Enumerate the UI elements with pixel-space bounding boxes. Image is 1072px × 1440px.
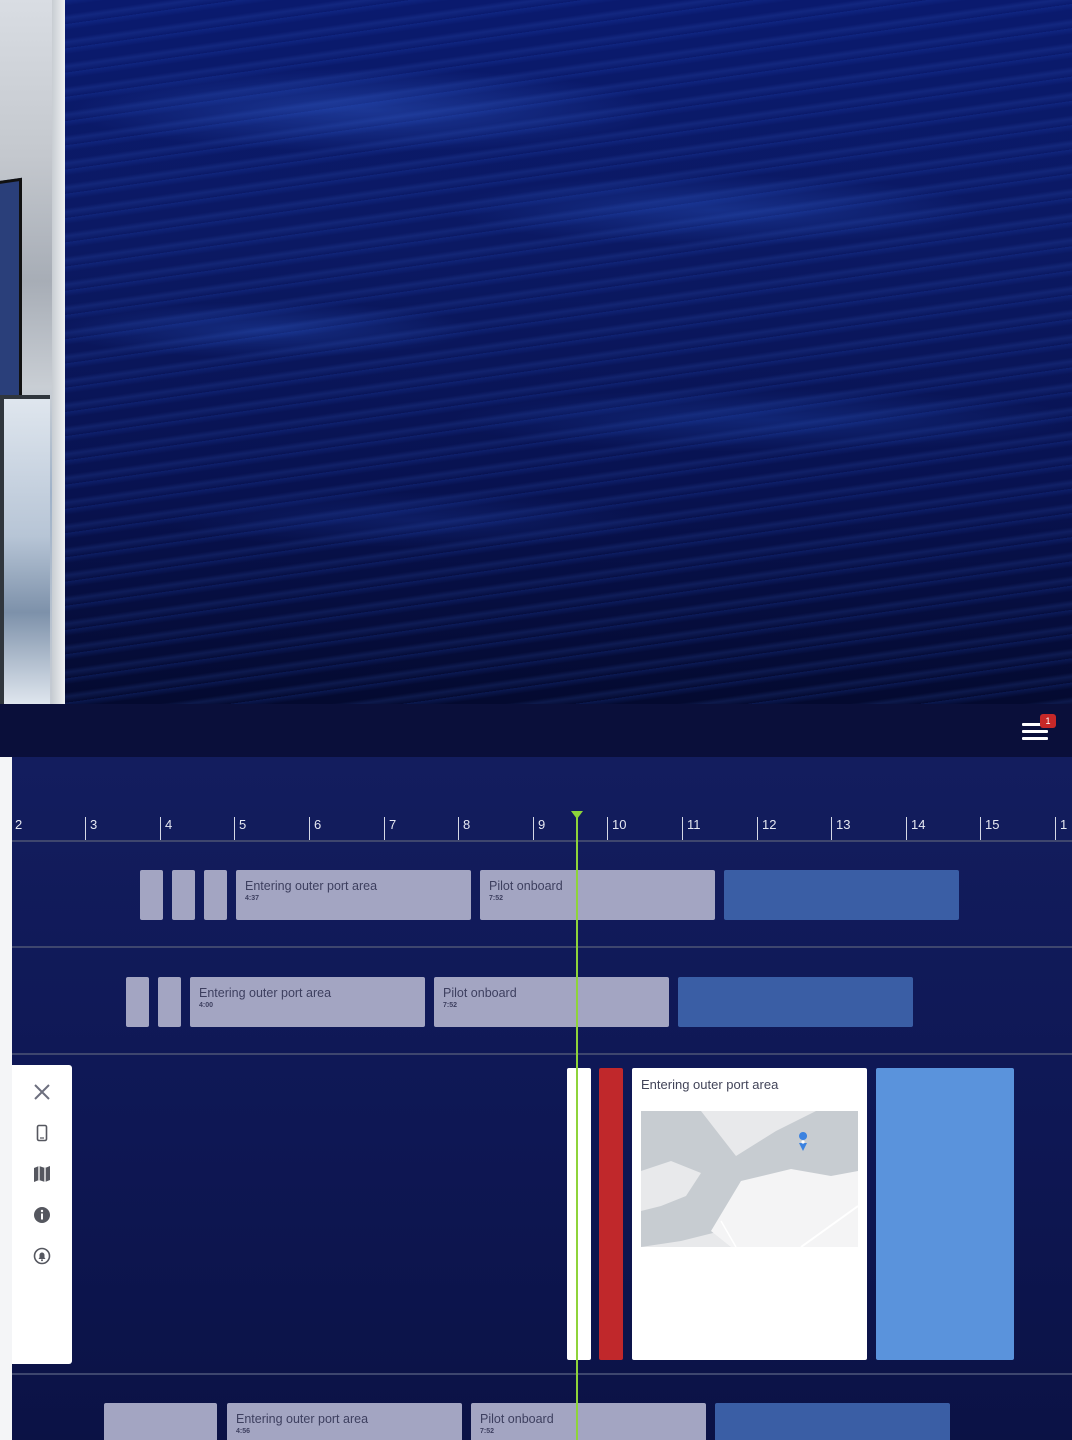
- row-divider: [12, 946, 1072, 948]
- tick-label: 2: [15, 817, 23, 832]
- timeline-tick: 8: [458, 817, 470, 841]
- phone-icon[interactable]: [31, 1122, 53, 1144]
- tick-label: 5: [239, 817, 247, 832]
- tick-label: 14: [911, 817, 926, 832]
- alarm-icon[interactable]: [31, 1245, 53, 1267]
- menu-icon-bar: [1022, 737, 1048, 740]
- timeline-tick: 15: [980, 817, 999, 841]
- tick-label: 15: [985, 817, 1000, 832]
- timeline-tick: 5: [234, 817, 246, 841]
- timeline: 2 3 4 5 6 7 8 9 10 11 12 13 14 15 1 Ente…: [0, 757, 1072, 1440]
- event-block-alert[interactable]: [599, 1068, 623, 1360]
- event-block[interactable]: [172, 870, 195, 920]
- timeline-tick: 9: [533, 817, 545, 841]
- event-time: 7:52: [489, 895, 504, 902]
- event-block-entering-outer-port[interactable]: Entering outer port area 4:56: [227, 1403, 462, 1440]
- event-time: 4:00: [199, 1002, 214, 1009]
- event-block-pilot-onboard[interactable]: Pilot onboard 7:52: [471, 1403, 706, 1440]
- menu-icon-bar: [1022, 730, 1048, 733]
- timeline-tick: 1: [1055, 817, 1067, 841]
- tick-label: 3: [90, 817, 98, 832]
- page: 1 2 3 4 5 6 7 8 9 10 11 12 13 14 15 1 En…: [0, 0, 1072, 1440]
- close-icon[interactable]: [31, 1081, 53, 1103]
- event-label: Entering outer port area: [236, 1412, 369, 1426]
- event-block-upcoming[interactable]: [715, 1403, 950, 1440]
- timeline-tick: 3: [85, 817, 97, 841]
- timeline-tick: 12: [757, 817, 776, 841]
- port-map-graphic: [641, 1111, 858, 1247]
- wall-monitor: [0, 177, 22, 413]
- event-block-entering-outer-port[interactable]: Entering outer port area 4:37: [236, 870, 471, 920]
- event-block[interactable]: [158, 977, 181, 1027]
- row-divider: [12, 1373, 1072, 1375]
- pillar: [52, 0, 65, 704]
- current-time-line: [576, 815, 578, 1440]
- tick-label: 13: [836, 817, 851, 832]
- info-icon[interactable]: [31, 1204, 53, 1226]
- tick-label: 6: [314, 817, 322, 832]
- notification-badge: 1: [1040, 714, 1056, 728]
- event-label: Pilot onboard: [480, 1412, 554, 1426]
- event-time: 4:37: [245, 895, 260, 902]
- event-time: 4:56: [236, 1428, 251, 1435]
- map-icon[interactable]: [31, 1163, 53, 1185]
- tick-label: 4: [165, 817, 173, 832]
- tick-label: 7: [389, 817, 397, 832]
- timeline-tick: 14: [906, 817, 925, 841]
- event-detail-card[interactable]: Entering outer port area: [632, 1068, 867, 1360]
- event-detail-title: Entering outer port area: [641, 1077, 779, 1092]
- port-map[interactable]: [641, 1111, 858, 1247]
- event-label: Pilot onboard: [489, 879, 563, 893]
- event-block[interactable]: [126, 977, 149, 1027]
- event-block-entering-outer-port[interactable]: Entering outer port area 4:00: [190, 977, 425, 1027]
- event-block-upcoming-expanded[interactable]: [876, 1068, 1014, 1360]
- event-label: Entering outer port area: [199, 986, 332, 1000]
- event-block-selected[interactable]: [567, 1068, 591, 1360]
- current-time-marker[interactable]: [571, 811, 583, 819]
- event-block[interactable]: [204, 870, 227, 920]
- timeline-tick: 4: [160, 817, 172, 841]
- tick-label: 11: [687, 817, 701, 832]
- row-action-panel: [12, 1065, 72, 1364]
- event-block[interactable]: [140, 870, 163, 920]
- event-block-upcoming[interactable]: [678, 977, 913, 1027]
- water-hero-image: [65, 0, 1072, 704]
- timeline-tick: 11: [682, 817, 701, 841]
- tick-label: 10: [612, 817, 627, 832]
- timeline-tick: 13: [831, 817, 850, 841]
- menu-button[interactable]: 1: [1022, 714, 1056, 742]
- event-block[interactable]: [104, 1403, 217, 1440]
- event-time: 7:52: [480, 1428, 495, 1435]
- tick-label: 8: [463, 817, 471, 832]
- event-label: Entering outer port area: [245, 879, 378, 893]
- left-edge-panel: [0, 757, 12, 1440]
- control-room-photo: [0, 0, 65, 704]
- window-view: [0, 395, 50, 704]
- tick-label: 9: [538, 817, 546, 832]
- event-time: 7:52: [443, 1002, 458, 1009]
- event-block-pilot-onboard[interactable]: Pilot onboard 7:52: [434, 977, 669, 1027]
- event-block-upcoming[interactable]: [724, 870, 959, 920]
- event-label: Pilot onboard: [443, 986, 517, 1000]
- timeline-tick: 7: [384, 817, 396, 841]
- tick-label: 1: [1060, 817, 1068, 832]
- timeline-tick: 10: [607, 817, 626, 841]
- tick-label: 12: [762, 817, 777, 832]
- timeline-tick: 6: [309, 817, 321, 841]
- event-block-pilot-onboard[interactable]: Pilot onboard 7:52: [480, 870, 715, 920]
- app-bar: 1: [0, 704, 1072, 757]
- row-divider: [12, 840, 1072, 842]
- row-divider: [12, 1053, 1072, 1055]
